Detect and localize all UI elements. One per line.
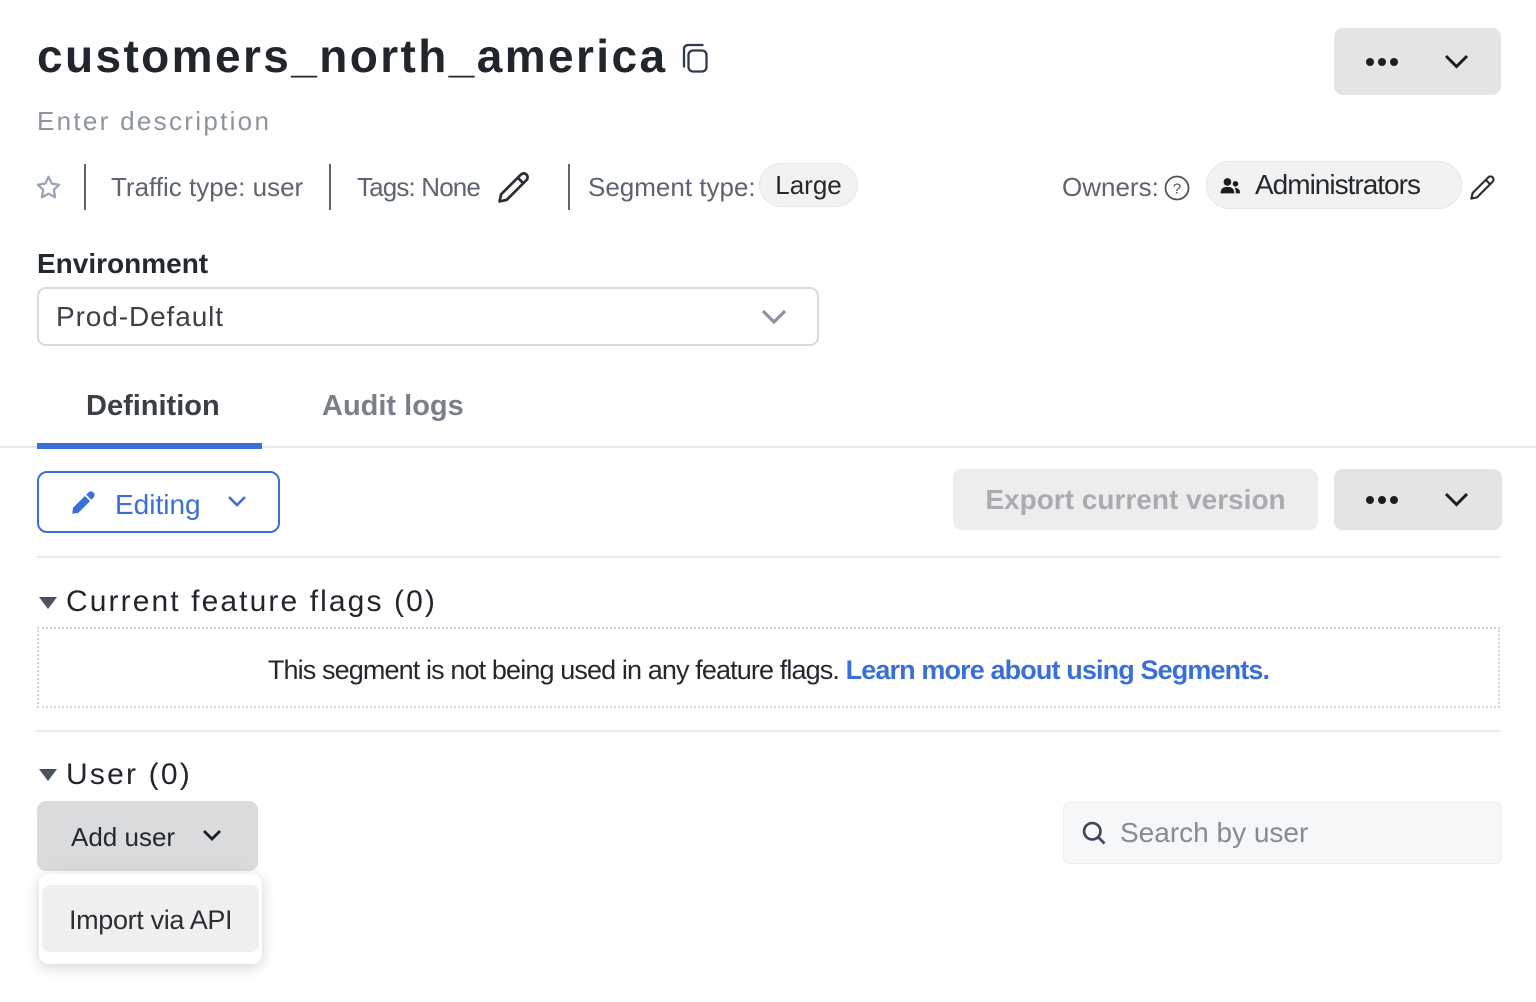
svg-text:?: ? (1173, 181, 1181, 198)
